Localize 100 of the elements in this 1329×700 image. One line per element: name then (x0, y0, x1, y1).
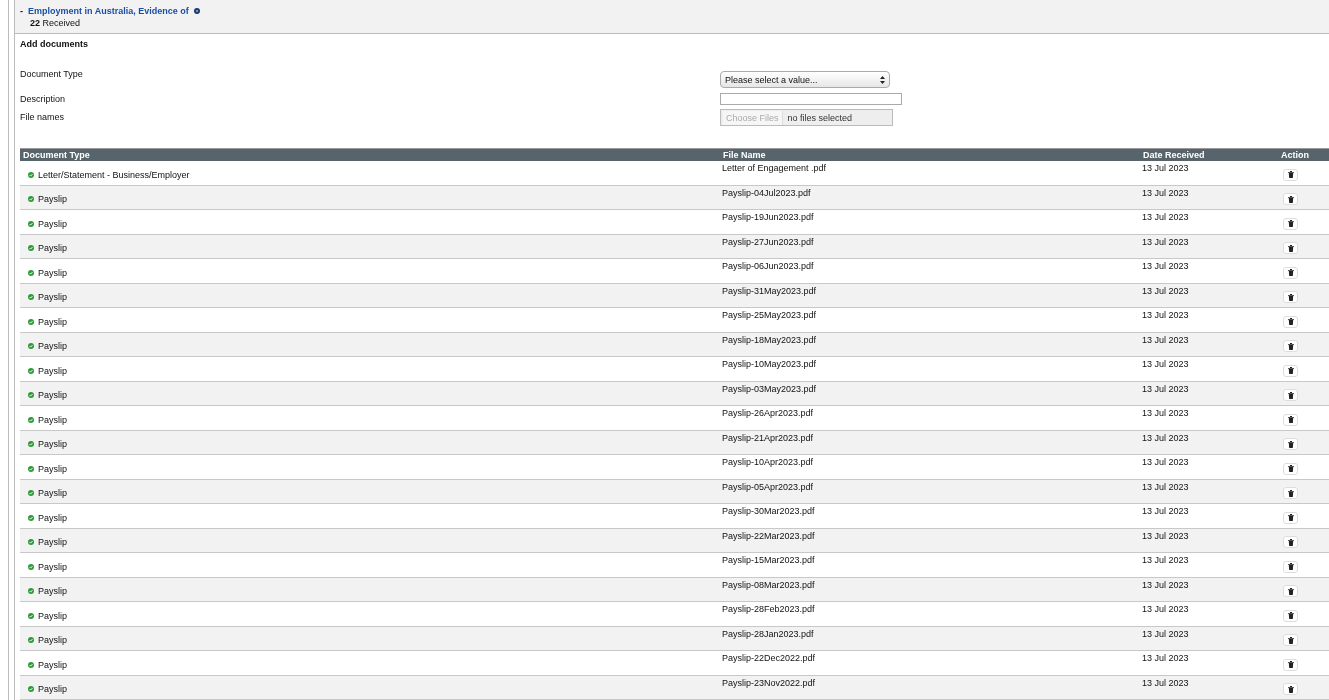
received-count: 22 (30, 18, 40, 28)
check-status-icon (28, 637, 34, 644)
received-label: Received (42, 18, 81, 28)
field-label: Description (20, 93, 67, 105)
trash-icon (1287, 244, 1294, 252)
table-cell: Payslip-22Mar2023.pdf (722, 530, 815, 541)
table-cell: Payslip (38, 390, 67, 401)
table-cell: 13 Jul 2023 (1142, 481, 1189, 492)
check-status-icon (28, 612, 34, 619)
table-cell: Payslip-15Mar2023.pdf (722, 555, 815, 565)
column-header: Action (1280, 150, 1310, 160)
table-cell: 13 Jul 2023 (1142, 653, 1189, 663)
table-cell: Payslip (38, 316, 67, 327)
check-status-icon (28, 588, 34, 595)
table-cell: Payslip (38, 243, 67, 254)
table-cell: Payslip-31May2023.pdf (722, 285, 817, 296)
delete-button[interactable] (1283, 585, 1298, 598)
trash-icon (1287, 661, 1294, 669)
table-cell: 13 Jul 2023 (1142, 359, 1189, 369)
table-cell: 13 Jul 2023 (1142, 212, 1189, 222)
table-cell: 13 Jul 2023 (1142, 383, 1189, 394)
check-status-icon (28, 686, 34, 693)
table-cell: Payslip-28Feb2023.pdf (722, 604, 815, 614)
table-cell: Payslip (38, 684, 67, 695)
table-cell: 13 Jul 2023 (1142, 261, 1189, 271)
delete-button[interactable] (1283, 511, 1298, 524)
table-cell: 13 Jul 2023 (1142, 334, 1189, 345)
delete-button[interactable] (1283, 634, 1298, 647)
file-input[interactable]: Choose Files no files selected (720, 109, 893, 126)
table-cell: Payslip-08Mar2023.pdf (722, 579, 815, 590)
table-cell: Payslip-30Mar2023.pdf (722, 506, 815, 516)
delete-button[interactable] (1283, 242, 1298, 255)
table-cell: 13 Jul 2023 (1142, 677, 1189, 688)
delete-button[interactable] (1283, 560, 1298, 573)
table-cell: Payslip-03May2023.pdf (722, 383, 817, 394)
delete-button[interactable] (1283, 168, 1298, 181)
delete-button[interactable] (1283, 462, 1298, 475)
delete-button[interactable] (1283, 389, 1298, 402)
table-cell: 13 Jul 2023 (1142, 432, 1189, 443)
section-title[interactable]: Employment in Australia, Evidence of (28, 6, 189, 16)
check-status-icon (28, 441, 34, 448)
document-type-select[interactable]: Please select a value... (720, 71, 890, 88)
table-cell: 13 Jul 2023 (1142, 506, 1189, 516)
table-cell: Payslip-10Apr2023.pdf (722, 457, 814, 467)
delete-button[interactable] (1283, 217, 1298, 230)
table-cell: Letter/Statement - Business/Employer (38, 169, 190, 180)
table-cell: Payslip (38, 561, 67, 572)
table-cell: Payslip-22Dec2022.pdf (722, 653, 816, 663)
delete-button[interactable] (1283, 340, 1298, 353)
table-cell: Payslip-23Nov2022.pdf (722, 677, 816, 688)
delete-button[interactable] (1283, 291, 1298, 304)
table-cell: Payslip-21Apr2023.pdf (722, 432, 814, 443)
table-cell: Payslip-28Jan2023.pdf (722, 628, 814, 639)
delete-button[interactable] (1283, 683, 1298, 696)
table-cell: Payslip (38, 537, 67, 548)
table-cell: Payslip (38, 463, 67, 474)
info-icon[interactable] (193, 8, 200, 14)
delete-button[interactable] (1283, 364, 1298, 377)
check-status-icon (28, 343, 34, 350)
check-status-icon (28, 490, 34, 497)
delete-button[interactable] (1283, 609, 1298, 622)
check-status-icon (28, 465, 34, 472)
table-cell: Payslip (38, 512, 67, 523)
trash-icon (1287, 318, 1294, 326)
delete-button[interactable] (1283, 658, 1298, 671)
delete-button[interactable] (1283, 413, 1298, 426)
check-status-icon (28, 245, 34, 252)
table-cell: Payslip (38, 610, 67, 621)
table-cell: Payslip-26Apr2023.pdf (722, 408, 814, 418)
table-cell: Payslip (38, 635, 67, 646)
check-status-icon (28, 661, 34, 668)
trash-icon (1287, 685, 1294, 693)
table-cell: Payslip-25May2023.pdf (722, 310, 817, 320)
delete-button[interactable] (1283, 266, 1298, 279)
check-status-icon (28, 514, 34, 521)
table-cell: 13 Jul 2023 (1142, 236, 1189, 247)
table-cell: Payslip (38, 365, 67, 376)
table-cell: Payslip-10May2023.pdf (722, 359, 817, 369)
table-cell: 13 Jul 2023 (1142, 285, 1189, 296)
delete-button[interactable] (1283, 536, 1298, 549)
table-cell: 13 Jul 2023 (1142, 163, 1189, 173)
table-cell: Payslip (38, 659, 67, 670)
trash-icon (1287, 416, 1294, 424)
delete-button[interactable] (1283, 193, 1298, 206)
trash-icon (1287, 171, 1294, 179)
table-cell: Payslip (38, 292, 67, 303)
check-status-icon (28, 196, 34, 203)
trash-icon (1287, 195, 1294, 203)
table-cell: Payslip (38, 218, 67, 229)
form-heading: Add documents (20, 39, 89, 50)
delete-button[interactable] (1283, 438, 1298, 451)
description-input[interactable] (720, 93, 902, 105)
table-cell: Payslip (38, 439, 67, 450)
table-cell: 13 Jul 2023 (1142, 628, 1189, 639)
table-cell: Payslip-04Jul2023.pdf (722, 187, 811, 198)
collapse-toggle[interactable]: - (20, 6, 23, 16)
delete-button[interactable] (1283, 487, 1298, 500)
trash-icon (1287, 269, 1294, 277)
table-cell: Payslip (38, 488, 67, 499)
delete-button[interactable] (1283, 315, 1298, 328)
